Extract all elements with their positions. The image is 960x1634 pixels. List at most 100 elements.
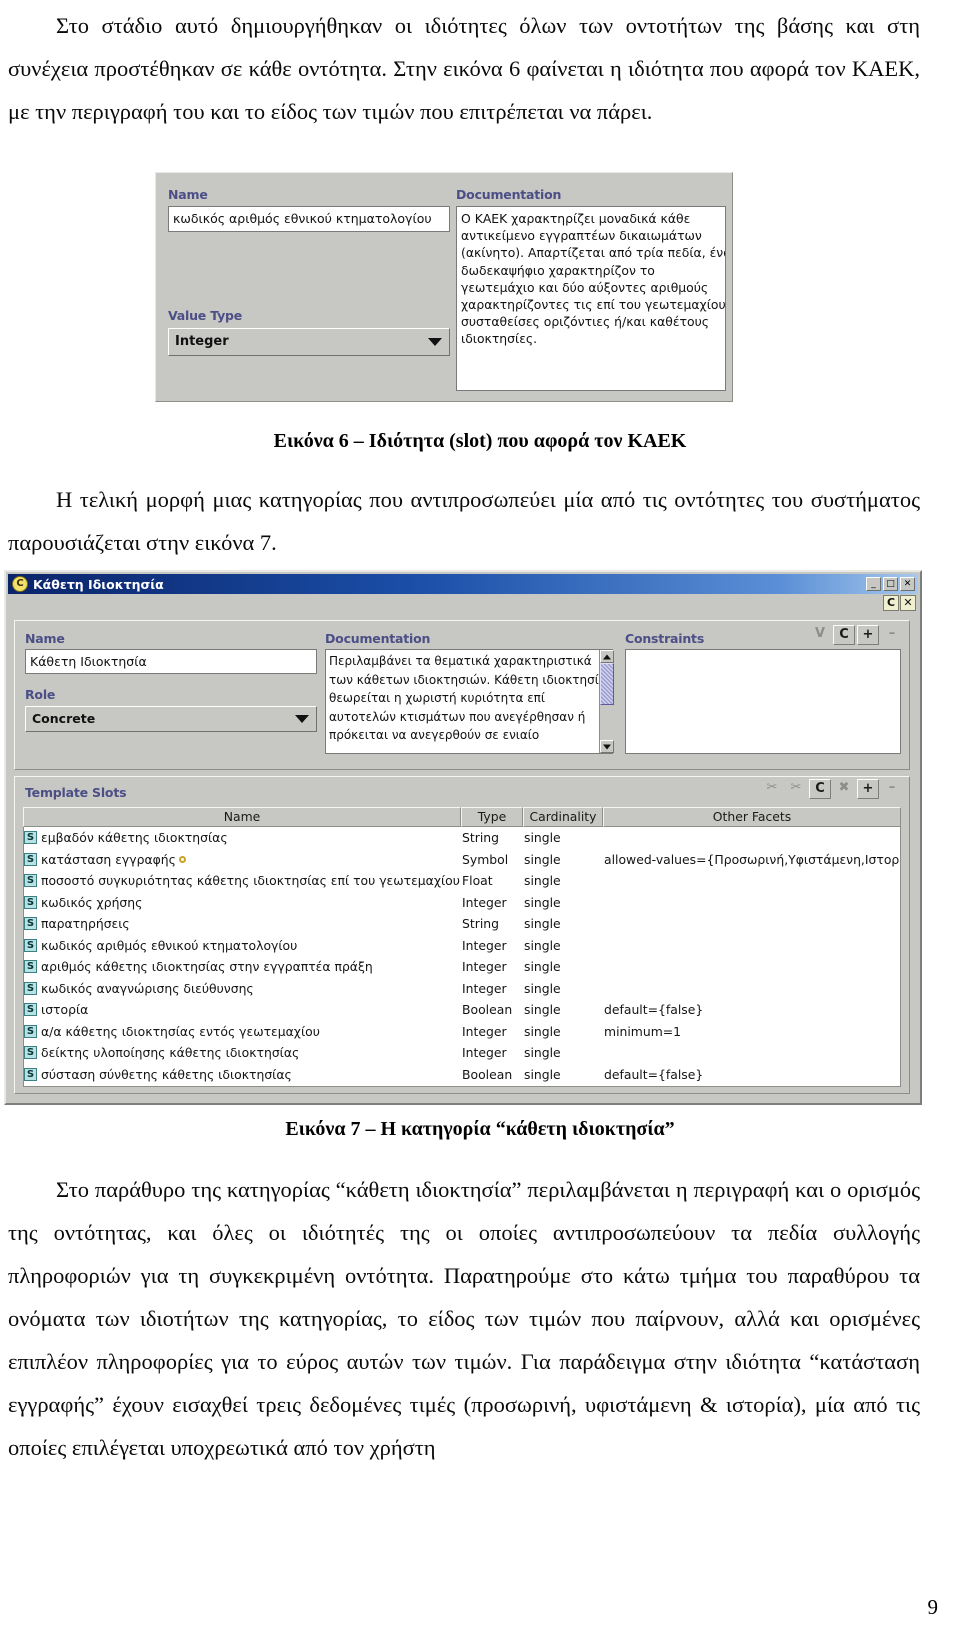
slots-copy-button[interactable]: ✂: [785, 779, 807, 799]
documentation-textarea[interactable]: Ο ΚΑΕΚ χαρακτηρίζει μοναδικά κάθε αντικε…: [456, 206, 726, 391]
table-row[interactable]: Sσύσταση σύνθετης κάθετης ιδιοκτησίας Boo…: [24, 1064, 900, 1086]
value-type-combobox[interactable]: Integer: [168, 328, 450, 356]
table-row[interactable]: Sα/α κάθετης ιδιοκτησίας εντός γεωτεμαχί…: [24, 1021, 900, 1043]
column-header-name[interactable]: Name: [23, 807, 461, 827]
slots-delete-button[interactable]: ✖: [833, 779, 855, 799]
slot-icon: S: [24, 831, 37, 845]
value-type-label: Value Type: [168, 308, 243, 323]
template-slots-label: Template Slots: [25, 785, 127, 800]
slot-icon: S: [24, 938, 37, 952]
documentation-line: πρόκειται να ανεγερθούν σε ενιαίο: [329, 728, 540, 742]
constraints-label: Constraints: [625, 631, 705, 646]
triangle-up-icon: [603, 654, 611, 659]
cell-other-facets: minimum=1: [604, 1023, 682, 1039]
documentation-line: (ακίνητο). Απαρτίζεται από τρία πεδία, έ…: [461, 245, 726, 261]
cell-cardinality: single: [524, 894, 561, 910]
chevron-down-icon: [428, 338, 442, 346]
cell-type: Symbol: [462, 851, 509, 867]
documentation-line: Περιλαμβάνει τα θεματικά χαρακτηριστικά: [329, 654, 592, 668]
table-row[interactable]: Sεμβαδόν κάθετης ιδιοκτησίας String single: [24, 827, 900, 849]
scroll-thumb[interactable]: [600, 663, 614, 705]
cell-slot-name: Sα/α κάθετης ιδιοκτησίας εντός γεωτεμαχί…: [24, 1024, 462, 1039]
cell-other-facets: default={false}: [604, 1066, 704, 1082]
cell-slot-name: Sαριθμός κάθετης ιδιοκτησίας στην εγγραπ…: [24, 959, 462, 974]
slot-icon: S: [24, 981, 37, 995]
cell-slot-name: Sδείκτης υλοποίησης κάθετης ιδιοκτησίας: [24, 1045, 462, 1060]
name-input[interactable]: κωδικός αριθμός εθνικού κτηματολογίου: [168, 206, 450, 232]
slots-table-body[interactable]: Sεμβαδόν κάθετης ιδιοκτησίας String single…: [23, 827, 901, 1087]
window-controls: _ □ ✕: [866, 577, 915, 591]
cell-type: Integer: [462, 1023, 507, 1039]
close-class-button[interactable]: ✕: [900, 595, 916, 611]
slot-name-text: παρατηρήσεις: [41, 916, 130, 932]
column-header-other-facets[interactable]: Other Facets: [603, 807, 901, 827]
constraints-create-button[interactable]: C: [833, 625, 855, 645]
cell-other-facets: default={false}: [604, 1002, 704, 1018]
paragraph-3: Στο παράθυρο της κατηγορίας “κάθετη ιδιο…: [8, 1168, 920, 1469]
slot-icon: S: [24, 917, 37, 931]
constraints-toolbar: V C + –: [809, 625, 903, 645]
table-row[interactable]: Sκατάσταση εγγραφής Symbol single allowed-v…: [24, 849, 900, 871]
name-label: Name: [168, 187, 208, 202]
cell-cardinality: single: [524, 830, 561, 846]
cell-cardinality: single: [524, 980, 561, 996]
overridden-marker-icon: [178, 855, 186, 863]
class-name-input[interactable]: Κάθετη Ιδιοκτησία: [25, 649, 317, 674]
paragraph-1-text: Στο στάδιο αυτό δημιουργήθηκαν οι ιδιότη…: [8, 13, 920, 124]
cell-type: String: [462, 830, 499, 846]
table-row[interactable]: Sδείκτης υλοποίησης κάθετης ιδιοκτησίας I…: [24, 1042, 900, 1064]
table-row[interactable]: Sαριθμός κάθετης ιδιοκτησίας στην εγγραπ…: [24, 956, 900, 978]
close-button[interactable]: ✕: [900, 577, 915, 591]
cell-slot-name: Sποσοστό συγκυριότητας κάθετης ιδιοκτησί…: [24, 873, 462, 888]
slot-name-text: κωδικός αναγνώρισης διεύθυνσης: [41, 980, 254, 996]
scroll-down-button[interactable]: [600, 740, 614, 753]
slot-icon: S: [24, 1046, 37, 1060]
name-label: Name: [25, 631, 65, 646]
table-row[interactable]: Sκωδικός χρήσης Integer single: [24, 892, 900, 914]
scroll-up-button[interactable]: [600, 650, 614, 663]
slot-name-text: κωδικός χρήσης: [41, 894, 143, 910]
figure-6-caption: Εικόνα 6 – Ιδιότητα (slot) που αφορά τον…: [273, 430, 687, 452]
slot-name-text: κατάσταση εγγραφής: [41, 851, 176, 867]
slot-name-text: ποσοστό συγκυριότητας κάθετης ιδιοκτησία…: [41, 873, 460, 889]
constraints-add-button[interactable]: +: [857, 625, 879, 645]
documentation-line: αντικείμενο εγγραπτέων δικαιωμάτων: [461, 228, 702, 244]
slots-add-button[interactable]: +: [857, 779, 879, 799]
table-row[interactable]: Sκωδικός αναγνώρισης διεύθυνσης Integer si…: [24, 978, 900, 1000]
slot-name-text: αριθμός κάθετης ιδιοκτησίας στην εγγραπτ…: [41, 959, 373, 975]
table-row[interactable]: Sιστορία Boolean single default={false}: [24, 999, 900, 1021]
table-row[interactable]: Sποσοστό συγκυριότητας κάθετης ιδιοκτησί…: [24, 870, 900, 892]
restore-class-button[interactable]: C: [883, 595, 899, 611]
constraints-remove-button[interactable]: –: [881, 625, 903, 645]
documentation-scrollbar[interactable]: [599, 650, 614, 753]
documentation-line: συσταθείσες οριζόντιες ή/και καθέτους: [461, 314, 710, 330]
table-row[interactable]: Sκωδικός αριθμός εθνικού κτηματολογίου In…: [24, 935, 900, 957]
triangle-down-icon: [603, 744, 611, 749]
documentation-label: Documentation: [456, 187, 562, 202]
documentation-line: δωδεκαψήφιο χαρακτηρίζον το: [461, 262, 655, 278]
column-header-cardinality[interactable]: Cardinality: [523, 807, 603, 827]
table-row[interactable]: Sπαρατηρήσεις String single: [24, 913, 900, 935]
cell-cardinality: single: [524, 916, 561, 932]
documentation-line: ιδιοκτησίες.: [461, 331, 538, 347]
class-documentation-textarea[interactable]: Περιλαμβάνει τα θεματικά χαρακτηριστικά …: [325, 649, 613, 754]
documentation-line: θεωρείται η χωριστή κυριότητα επί: [329, 691, 545, 705]
slots-create-button[interactable]: C: [809, 779, 831, 799]
maximize-button[interactable]: □: [883, 577, 898, 591]
slots-cut-button[interactable]: ✂: [761, 779, 783, 799]
cell-slot-name: Sεμβαδόν κάθετης ιδιοκτησίας: [24, 830, 462, 845]
documentation-line: γεωτεμάχιο και δύο αύξοντες αριθμούς: [461, 279, 709, 295]
window-titlebar[interactable]: C Κάθετη Ιδιοκτησία _ □ ✕: [8, 574, 918, 594]
slots-remove-button[interactable]: –: [881, 779, 903, 799]
paragraph-1: Στο στάδιο αυτό δημιουργήθηκαν οι ιδιότη…: [8, 4, 920, 133]
cell-type: Integer: [462, 894, 507, 910]
paragraph-2-text: Η τελική μορφή μιας κατηγορίας που αντιπ…: [8, 487, 920, 555]
minimize-button[interactable]: _: [866, 577, 881, 591]
cell-slot-name: Sκωδικός αριθμός εθνικού κτηματολογίου: [24, 938, 462, 953]
role-combobox[interactable]: Concrete: [25, 706, 317, 732]
constraints-list[interactable]: [625, 649, 901, 754]
chevron-down-icon: [295, 715, 309, 723]
constraints-view-button[interactable]: V: [809, 625, 831, 645]
paragraph-3-text: Στο παράθυρο της κατηγορίας “κάθετη ιδιο…: [8, 1177, 920, 1460]
column-header-type[interactable]: Type: [461, 807, 523, 827]
